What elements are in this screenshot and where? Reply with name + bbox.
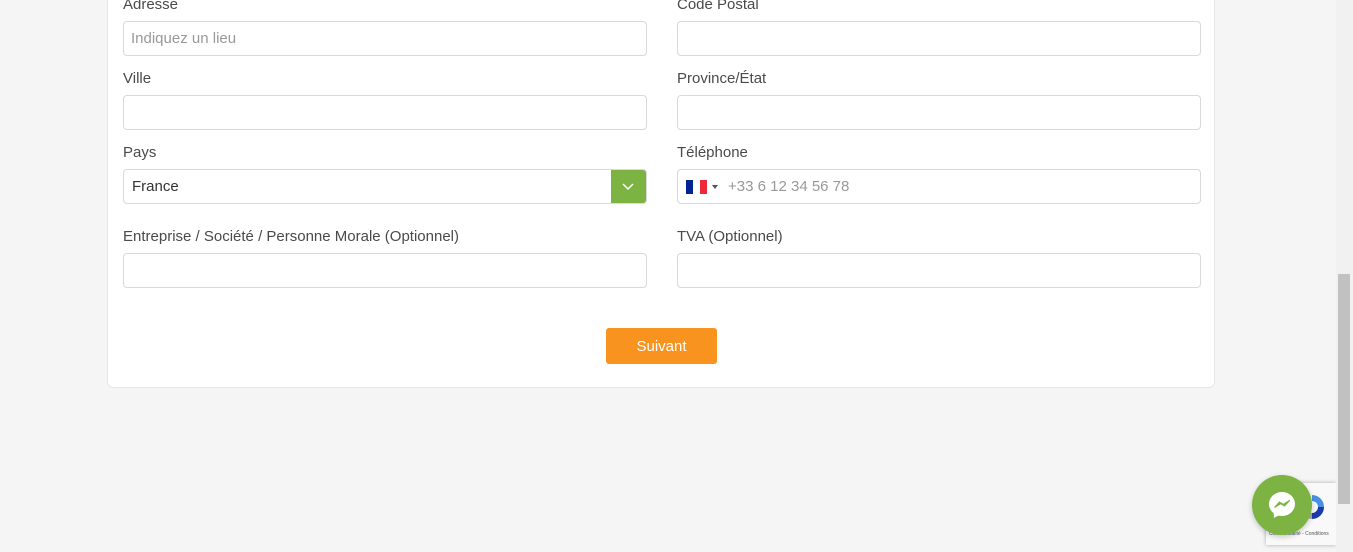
company-label: Entreprise / Société / Personne Morale (…: [123, 228, 459, 245]
messenger-icon: [1269, 492, 1295, 518]
billing-form-card: Adresse Code Postal Ville Province/État: [107, 0, 1215, 388]
phone-label: Téléphone: [677, 144, 748, 161]
page: Adresse Code Postal Ville Province/État: [0, 0, 1353, 552]
province-box: [677, 95, 1201, 130]
country-label: Pays: [123, 144, 157, 161]
next-button[interactable]: Suivant: [606, 328, 717, 364]
phone-box: [677, 169, 1201, 204]
province-label: Province/État: [677, 70, 767, 87]
phone-input[interactable]: [678, 170, 1200, 203]
chevron-down-icon: [622, 183, 634, 191]
messenger-chat-button[interactable]: [1252, 475, 1312, 535]
vat-label: TVA (Optionnel): [677, 228, 783, 245]
address-input[interactable]: [124, 22, 646, 55]
city-input[interactable]: [124, 96, 646, 129]
company-input[interactable]: [124, 254, 646, 287]
postal-code-box: [677, 21, 1201, 56]
postal-code-input[interactable]: [678, 22, 1200, 55]
scrollbar-thumb[interactable]: [1338, 274, 1350, 504]
postal-code-label: Code Postal: [677, 0, 759, 13]
vat-input[interactable]: [678, 254, 1200, 287]
vat-box: [677, 253, 1201, 288]
country-selected-value: France: [132, 178, 179, 195]
page-scrollbar[interactable]: [1336, 0, 1353, 552]
company-box: [123, 253, 647, 288]
city-label: Ville: [123, 70, 152, 87]
country-dropdown-button[interactable]: [611, 170, 646, 203]
province-input[interactable]: [678, 96, 1200, 129]
address-box: [123, 21, 647, 56]
city-box: [123, 95, 647, 130]
country-select[interactable]: France: [123, 169, 647, 204]
address-label: Adresse: [123, 0, 179, 13]
